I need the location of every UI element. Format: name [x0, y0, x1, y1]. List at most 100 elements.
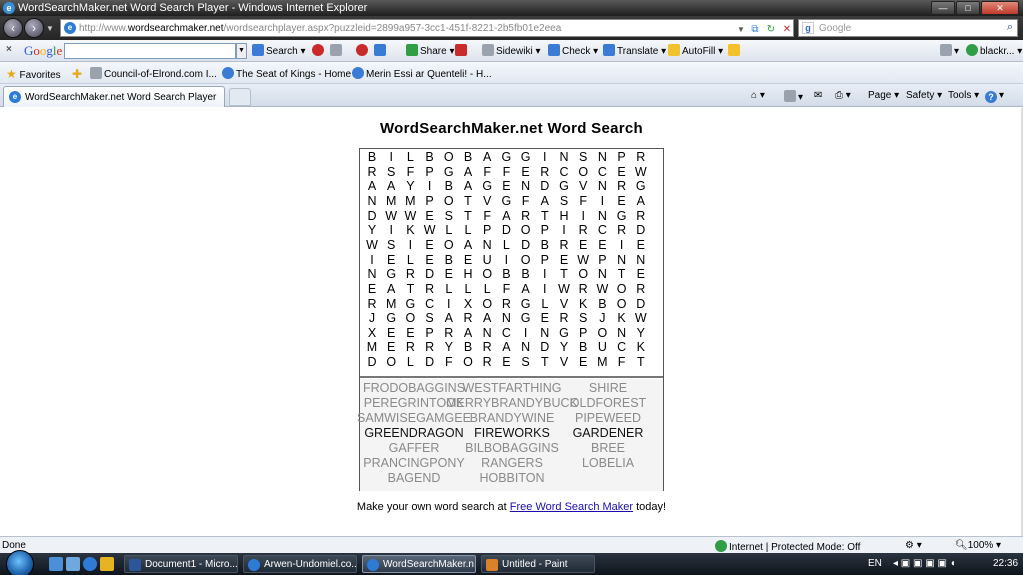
grid-cell[interactable]: G — [516, 297, 536, 311]
grid-cell[interactable]: P — [535, 223, 555, 237]
grid-cell[interactable]: O — [458, 355, 478, 369]
grid-cell[interactable]: W — [420, 223, 440, 237]
grid-cell[interactable]: W — [592, 282, 612, 296]
grid-cell[interactable]: G — [516, 311, 536, 325]
favorite-link-1[interactable]: Council-of-Elrond.com I... — [90, 67, 217, 80]
grid-cell[interactable]: B — [496, 267, 516, 281]
security-zone[interactable]: Internet | Protected Mode: Off — [715, 540, 860, 553]
grid-cell[interactable]: S — [573, 311, 593, 325]
grid-cell[interactable]: N — [362, 194, 382, 208]
grid-cell[interactable]: L — [400, 253, 420, 267]
grid-cell[interactable]: C — [592, 223, 612, 237]
grid-cell[interactable]: I — [420, 179, 440, 193]
grid-cell[interactable]: G — [496, 194, 516, 208]
grid-cell[interactable]: W — [573, 253, 593, 267]
grid-cell[interactable]: T — [535, 209, 555, 223]
grid-cell[interactable]: R — [420, 340, 440, 354]
grid-cell[interactable]: M — [381, 194, 401, 208]
grid-cell[interactable]: F — [496, 282, 516, 296]
address-bar[interactable]: e http://www.wordsearchmaker.net/wordsea… — [60, 19, 794, 37]
grid-cell[interactable]: E — [612, 194, 632, 208]
grid-cell[interactable]: E — [420, 238, 440, 252]
grid-cell[interactable]: N — [477, 326, 497, 340]
grid-cell[interactable]: N — [592, 179, 612, 193]
grid-cell[interactable]: V — [554, 355, 574, 369]
grid-cell[interactable]: O — [612, 282, 632, 296]
grid-cell[interactable]: F — [496, 165, 516, 179]
grid-cell[interactable]: N — [477, 238, 497, 252]
grid-cell[interactable]: E — [381, 326, 401, 340]
grid-cell[interactable]: S — [554, 194, 574, 208]
grid-cell[interactable]: E — [573, 355, 593, 369]
grid-cell[interactable]: R — [477, 340, 497, 354]
grid-cell[interactable]: D — [535, 340, 555, 354]
grid-cell[interactable]: V — [554, 297, 574, 311]
grid-cell[interactable]: C — [612, 340, 632, 354]
ie-quick-launch-icon[interactable] — [83, 557, 97, 571]
grid-cell[interactable]: Y — [631, 326, 651, 340]
grid-cell[interactable]: R — [631, 282, 651, 296]
grid-cell[interactable]: X — [362, 326, 382, 340]
grid-cell[interactable]: P — [477, 223, 497, 237]
grid-cell[interactable]: A — [516, 282, 536, 296]
grid-cell[interactable]: E — [496, 355, 516, 369]
search-icon[interactable]: ⌕ — [1007, 21, 1013, 34]
grid-cell[interactable]: P — [535, 253, 555, 267]
grid-cell[interactable]: L — [439, 282, 459, 296]
grid-cell[interactable]: R — [612, 223, 632, 237]
task-arwen-undomiel[interactable]: Arwen-Undomiel.co... — [243, 555, 357, 573]
grid-cell[interactable]: W — [400, 209, 420, 223]
grid-cell[interactable]: O — [439, 194, 459, 208]
toolbar-button-1[interactable] — [312, 44, 326, 57]
stop-icon[interactable]: ✕ — [779, 23, 795, 37]
print-button[interactable]: ⎙ ▾ — [835, 90, 851, 101]
grid-cell[interactable]: I — [400, 238, 420, 252]
grid-cell[interactable]: T — [458, 209, 478, 223]
grid-cell[interactable]: C — [592, 165, 612, 179]
grid-cell[interactable]: R — [554, 238, 574, 252]
grid-cell[interactable]: A — [458, 326, 478, 340]
grid-cell[interactable]: D — [516, 238, 536, 252]
close-button[interactable]: ✕ — [981, 1, 1019, 15]
grid-cell[interactable]: E — [381, 340, 401, 354]
add-to-favorites-button[interactable]: ✚ — [72, 67, 82, 81]
grid-cell[interactable]: B — [458, 150, 478, 164]
grid-cell[interactable]: L — [400, 150, 420, 164]
grid-cell[interactable]: E — [573, 238, 593, 252]
grid-cell[interactable]: E — [420, 209, 440, 223]
grid-cell[interactable]: S — [573, 150, 593, 164]
grid-cell[interactable]: N — [516, 340, 536, 354]
grid-cell[interactable]: F — [477, 209, 497, 223]
grid-cell[interactable]: S — [381, 238, 401, 252]
grid-cell[interactable]: E — [458, 253, 478, 267]
grid-cell[interactable]: T — [535, 355, 555, 369]
start-button[interactable] — [6, 550, 34, 575]
grid-cell[interactable]: O — [573, 165, 593, 179]
grid-cell[interactable]: Y — [554, 340, 574, 354]
grid-cell[interactable]: A — [496, 340, 516, 354]
tools-menu[interactable]: Tools ▾ — [948, 90, 979, 101]
grid-cell[interactable]: W — [381, 209, 401, 223]
grid-cell[interactable]: U — [592, 340, 612, 354]
grid-cell[interactable]: G — [554, 179, 574, 193]
grid-cell[interactable]: B — [362, 150, 382, 164]
task-document1[interactable]: Document1 - Micro... — [124, 555, 238, 573]
grid-cell[interactable]: O — [573, 267, 593, 281]
search-input[interactable]: Google — [819, 23, 851, 34]
autofill-button[interactable]: AutoFill ▾ — [668, 44, 723, 57]
task-wordsearchmaker[interactable]: WordSearchMaker.n... — [362, 555, 476, 573]
grid-cell[interactable]: E — [400, 326, 420, 340]
tray-icons[interactable]: ◂ ▣ ▣ ▣ ▣ ◖ — [893, 558, 956, 569]
grid-cell[interactable]: G — [439, 165, 459, 179]
grid-cell[interactable]: C — [496, 326, 516, 340]
help-menu[interactable]: ? ▾ — [985, 90, 1004, 103]
home-button[interactable]: ⌂ ▾ — [751, 90, 765, 101]
grid-cell[interactable]: R — [362, 297, 382, 311]
grid-cell[interactable]: S — [381, 165, 401, 179]
grid-cell[interactable]: Y — [400, 179, 420, 193]
grid-cell[interactable]: G — [496, 150, 516, 164]
grid-cell[interactable]: B — [420, 150, 440, 164]
grid-cell[interactable]: D — [420, 355, 440, 369]
grid-cell[interactable]: G — [612, 209, 632, 223]
grid-cell[interactable]: L — [458, 223, 478, 237]
